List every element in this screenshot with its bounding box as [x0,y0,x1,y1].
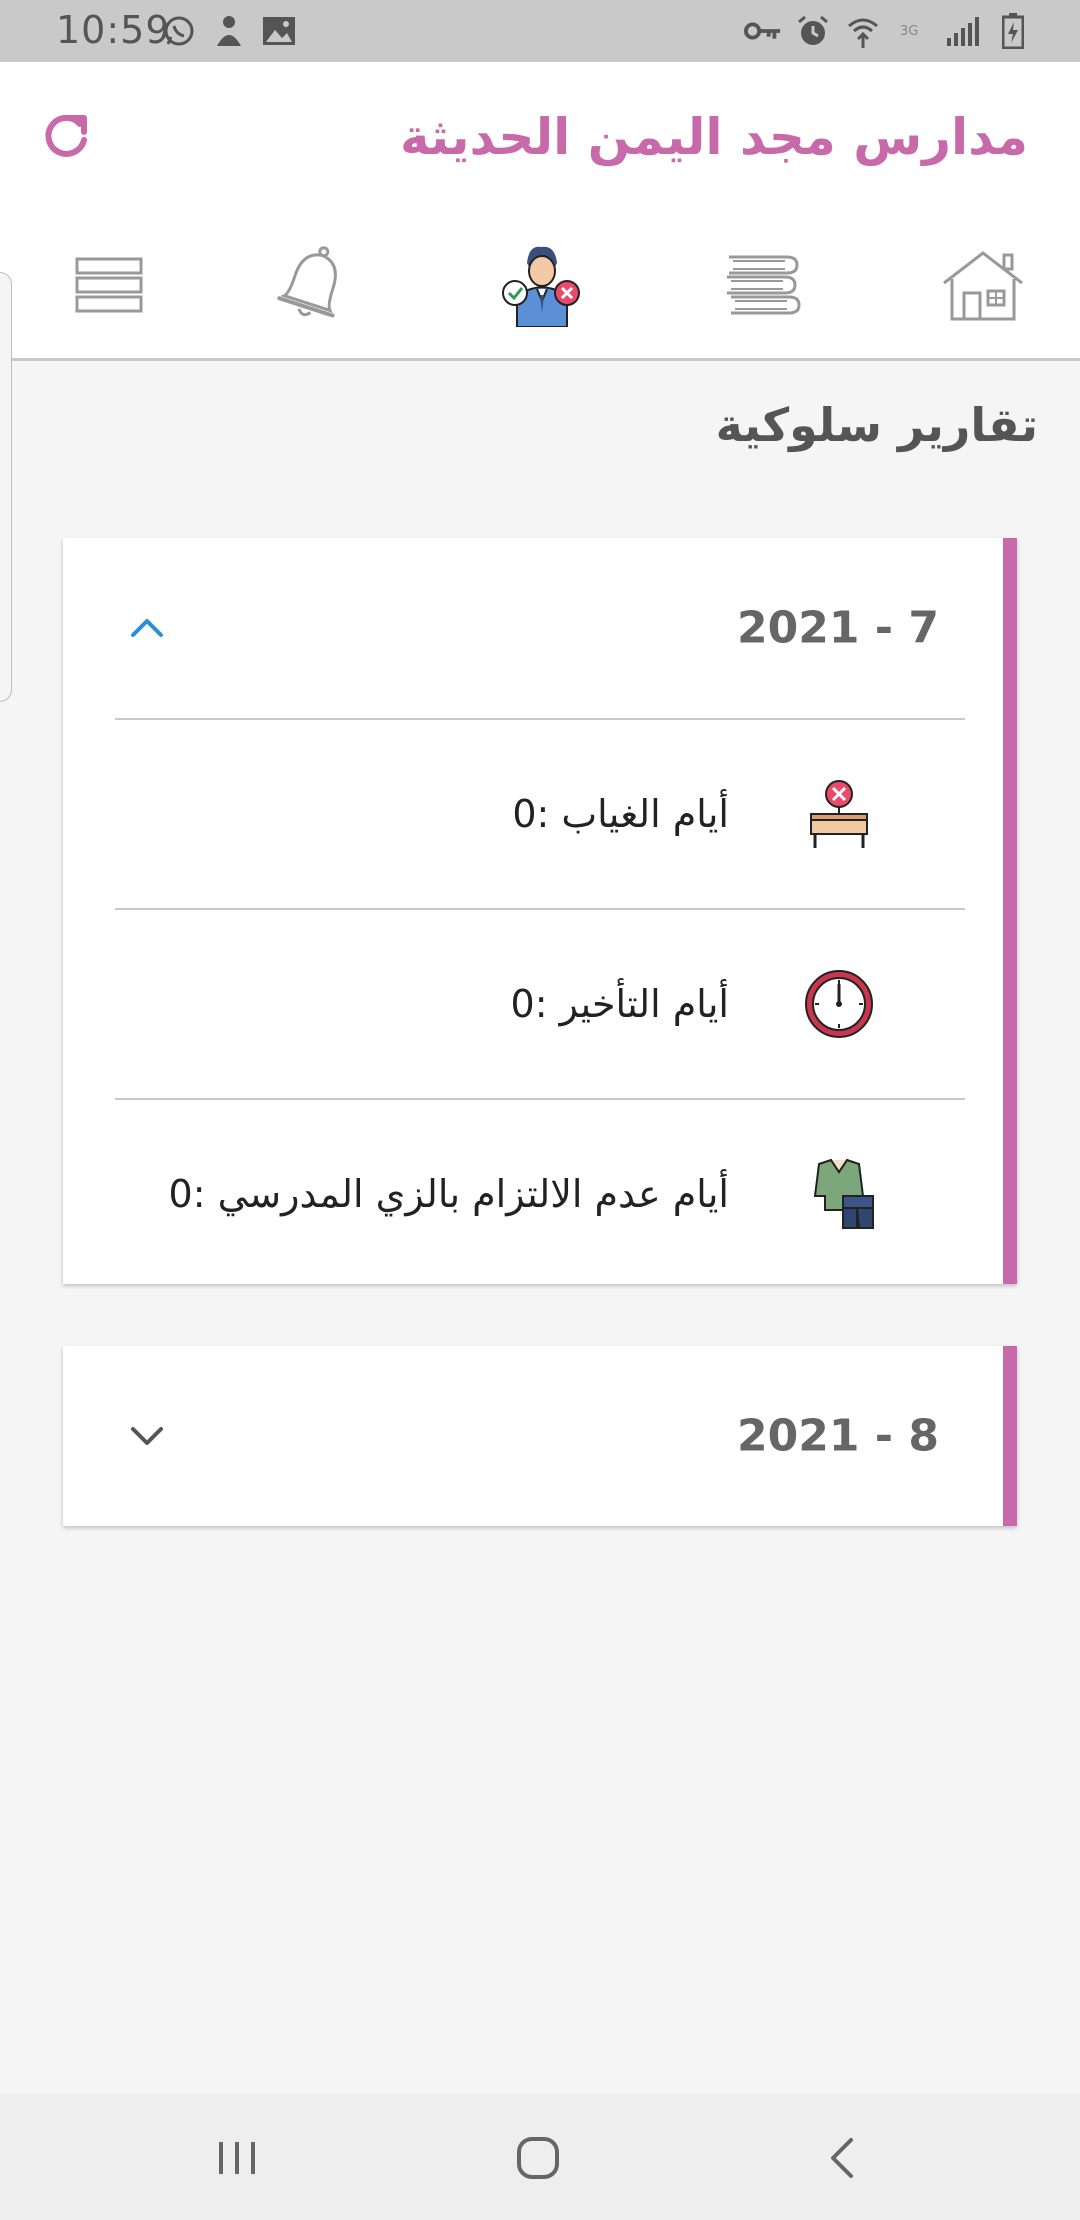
month-card: 2021 - 7 أيام الغياب :0 أيام التأخير:0 … [63,538,1017,1284]
whatsapp-icon [160,12,198,50]
wifi-icon [844,12,882,50]
absence-desk-icon [801,776,877,852]
tab-books[interactable] [708,230,818,340]
refresh-icon [45,114,87,157]
student-behavior-icon [502,246,580,327]
back-icon [831,2138,853,2178]
signal-icon [944,12,982,50]
app-bar: مدارس مجد اليمن الحديثة [0,62,1080,210]
month-label: 2021 - 7 [737,602,939,654]
person-icon [210,12,248,50]
uniform-icon [801,1156,877,1232]
alarm-icon [794,12,832,50]
menu-icon [75,257,143,313]
books-icon [727,255,801,315]
month-header[interactable]: 2021 - 7 [63,538,1003,718]
clock-icon [801,966,877,1042]
list-item: أيام الغياب :0 [115,718,965,908]
list-item: أيام التأخير :0 [115,908,965,1098]
month-label: 2021 - 8 [737,1410,939,1462]
bell-icon [277,246,337,318]
tab-bar [0,210,1080,361]
key-icon [744,12,782,50]
month-card: 2021 - 8 [63,1346,1017,1526]
back-button[interactable] [812,2128,872,2188]
tab-menu[interactable] [54,230,164,340]
recents-button[interactable] [207,2128,267,2188]
tab-behavior[interactable] [486,230,596,340]
status-bar: 10:59 3G [0,0,1080,62]
drawer-handle[interactable] [0,272,12,702]
image-icon [260,12,298,50]
recents-icon [219,2142,255,2174]
network-icon: 3G [894,12,932,50]
svg-text:3G: 3G [900,24,918,39]
tab-home[interactable] [928,230,1038,340]
chevron-up-icon[interactable] [125,606,169,650]
chevron-down-icon[interactable] [125,1414,169,1458]
home-icon [517,2137,559,2179]
list-item: أيام عدم الالتزام بالزي المدرسي :0 [115,1098,965,1288]
battery-icon [994,12,1032,50]
app-title: مدارس مجد اليمن الحديثة [399,108,1028,166]
late-days-text: أيام التأخير :0 [510,982,730,1026]
month-header[interactable]: 2021 - 8 [63,1346,1003,1526]
status-time: 10:59 [56,8,171,52]
refresh-button[interactable] [36,106,96,166]
absence-days-text: أيام الغياب :0 [512,792,729,836]
tab-notifications[interactable] [258,230,368,340]
system-nav-bar [0,2094,1080,2220]
uniform-days-text: أيام عدم الالتزام بالزي المدرسي :0 [168,1172,729,1216]
page-title: تقارير سلوكية [715,398,1038,452]
home-button[interactable] [508,2128,568,2188]
house-icon [943,251,1023,321]
